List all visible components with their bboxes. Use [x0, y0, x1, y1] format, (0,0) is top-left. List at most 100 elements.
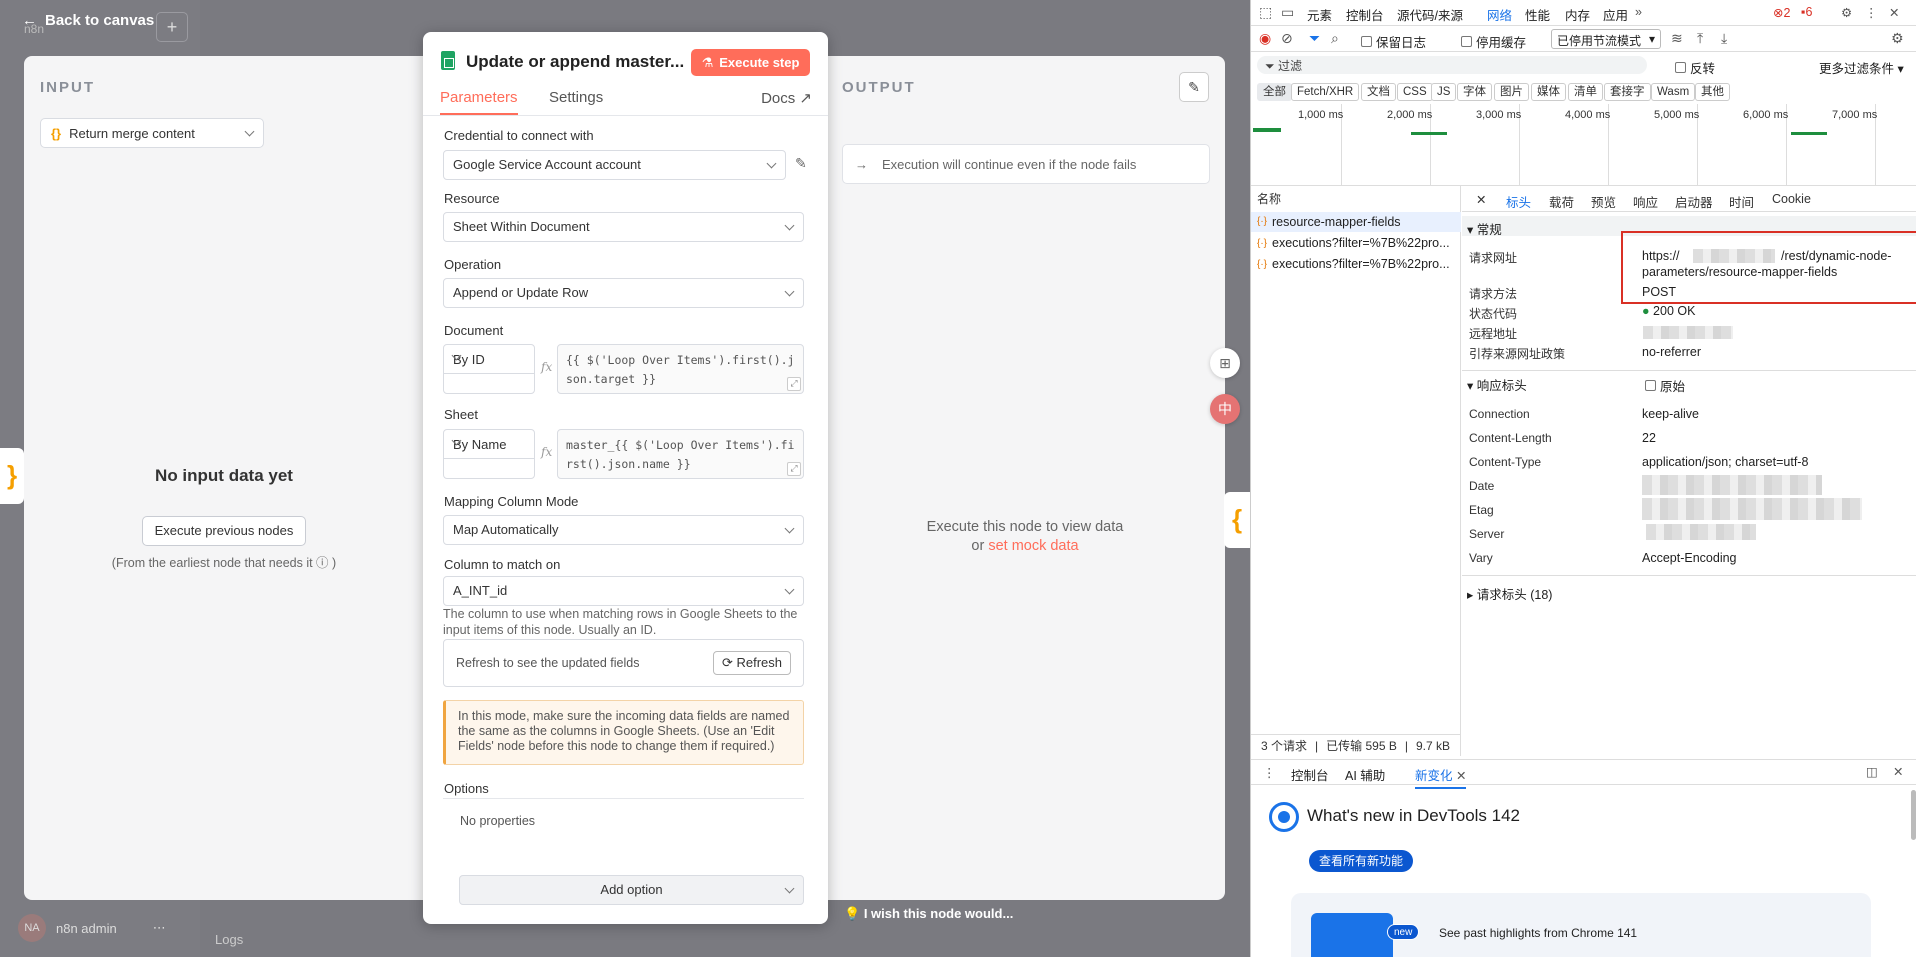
drawer-tab-console[interactable]: 控制台 [1291, 765, 1329, 784]
document-expression[interactable]: {{ $('Loop Over Items').first().j son.ta… [557, 344, 804, 394]
filter-icon[interactable]: ⏷ [1309, 30, 1320, 47]
user-menu[interactable]: NA n8n admin ⋯ [18, 914, 166, 942]
chip-other[interactable]: 其他 [1695, 83, 1730, 101]
tab-settings[interactable]: Settings [549, 89, 603, 106]
expand-icon[interactable]: ⤢ [787, 462, 801, 476]
chip-font[interactable]: 字体 [1457, 83, 1492, 101]
tab-parameters[interactable]: Parameters [440, 89, 518, 115]
chip-img[interactable]: 图片 [1494, 83, 1529, 101]
mapping-mode-select[interactable]: Map Automatically [443, 515, 804, 545]
tab-preview[interactable]: 预览 [1591, 192, 1616, 211]
close-detail-icon[interactable]: ✕ [1476, 192, 1486, 207]
preserve-log-checkbox[interactable]: 保留日志 [1361, 32, 1426, 51]
chip-all[interactable]: 全部 [1257, 83, 1292, 101]
download-icon[interactable]: ⤓ [1721, 30, 1727, 47]
output-node-curly-icon[interactable]: { [1224, 492, 1250, 548]
feedback-link[interactable]: 💡 I wish this node would... [844, 906, 1013, 922]
name-column-header[interactable]: 名称 [1257, 190, 1281, 207]
more-filters-button[interactable]: 更多过滤条件 ▾ [1819, 58, 1904, 77]
pencil-icon[interactable]: ✎ [795, 155, 807, 172]
more-icon[interactable]: ⋯ [153, 920, 166, 936]
record-icon[interactable]: ◉ [1259, 30, 1271, 47]
node-title[interactable]: Update or append master... [466, 52, 684, 72]
filter-input[interactable]: ⏷ 过滤 [1257, 56, 1647, 74]
network-settings-icon[interactable]: ⚙ [1891, 30, 1904, 47]
tab-payload[interactable]: 载荷 [1549, 192, 1574, 211]
divider [1462, 370, 1916, 371]
back-to-canvas-button[interactable]: ← Back to canvas [22, 12, 154, 29]
edit-output-button[interactable]: ✎ [1179, 72, 1209, 102]
inspect-icon[interactable]: ⬚ [1259, 4, 1272, 21]
add-node-button[interactable]: + [156, 12, 188, 42]
chip-socket[interactable]: 套接字 [1604, 83, 1651, 101]
tab-application[interactable]: 应用 [1603, 5, 1628, 24]
tab-cookies[interactable]: Cookie [1772, 192, 1811, 206]
wifi-icon[interactable]: ≋ [1671, 30, 1683, 47]
input-node-curly-icon[interactable]: } [0, 448, 24, 504]
search-icon[interactable]: ⌕ [1331, 30, 1339, 47]
error-count[interactable]: ⊗2 [1773, 5, 1790, 20]
raw-checkbox[interactable]: 原始 [1645, 376, 1685, 395]
docs-link[interactable]: Docs ↗ [761, 89, 812, 107]
device-toolbar-icon[interactable]: ▭ [1281, 4, 1294, 21]
request-row[interactable]: {·} resource-mapper-fields [1251, 212, 1461, 232]
close-icon[interactable]: ✕ [1889, 5, 1899, 20]
close-icon[interactable]: ✕ [1456, 769, 1466, 783]
tab-timing[interactable]: 时间 [1729, 192, 1754, 211]
resource-select[interactable]: Sheet Within Document [443, 212, 804, 242]
tab-sources[interactable]: 源代码/来源 [1397, 5, 1463, 24]
expand-icon[interactable]: ⤢ [787, 377, 801, 391]
throttle-select[interactable]: 已停用节流模式 ▾ [1551, 29, 1661, 49]
dock-icon[interactable]: ◫ [1866, 764, 1878, 779]
operation-select[interactable]: Append or Update Row [443, 278, 804, 308]
chip-manifest[interactable]: 清单 [1568, 83, 1603, 101]
drawer-tab-whats-new[interactable]: 新变化 ✕ [1415, 765, 1467, 789]
tab-performance[interactable]: 性能 [1525, 5, 1550, 24]
chip-doc[interactable]: 文档 [1361, 83, 1396, 101]
request-name: resource-mapper-fields [1272, 215, 1401, 229]
chip-media[interactable]: 媒体 [1531, 83, 1566, 101]
clear-icon[interactable]: ⊘ [1281, 30, 1293, 47]
set-mock-data-link[interactable]: set mock data [988, 538, 1078, 554]
tab-initiator[interactable]: 启动器 [1675, 192, 1713, 211]
upload-icon[interactable]: ⤒ [1697, 30, 1703, 47]
close-drawer-icon[interactable]: ✕ [1893, 764, 1903, 779]
input-node-select[interactable]: {} Return merge content [40, 118, 264, 148]
drawer-tab-ai[interactable]: AI 辅助 [1345, 765, 1385, 784]
execute-step-button[interactable]: ⚗ Execute step [691, 49, 810, 76]
chip-js[interactable]: JS [1431, 83, 1457, 101]
sheet-expression[interactable]: master_{{ $('Loop Over Items').fi rst().… [557, 429, 804, 479]
tab-memory[interactable]: 内存 [1565, 5, 1590, 24]
request-row[interactable]: {·} executions?filter=%7B%22pro... [1257, 236, 1450, 250]
tab-response[interactable]: 响应 [1633, 192, 1658, 211]
logs-panel-toggle[interactable]: Logs [215, 932, 243, 947]
kebab-menu-icon[interactable]: ⋮ [1865, 5, 1878, 20]
more-tabs-icon[interactable]: » [1635, 5, 1642, 19]
see-all-features-button[interactable]: 查看所有新功能 [1309, 850, 1414, 872]
execute-previous-nodes-button[interactable]: Execute previous nodes [142, 516, 306, 546]
credential-select[interactable]: Google Service Account account [443, 150, 786, 180]
disable-cache-checkbox[interactable]: 停用缓存 [1461, 32, 1526, 51]
column-match-select[interactable]: A_INT_id [443, 576, 804, 606]
chip-wasm[interactable]: Wasm [1651, 83, 1696, 101]
refresh-button[interactable]: ⟳ Refresh [712, 651, 791, 675]
chip-fetch-xhr[interactable]: Fetch/XHR [1291, 83, 1360, 101]
chip-css[interactable]: CSS [1397, 83, 1433, 101]
warning-count[interactable]: ▪6 [1801, 5, 1812, 19]
request-headers-toggle[interactable]: ▸ 请求标头 (18) [1467, 584, 1552, 603]
drawer-menu-icon[interactable]: ⋮ [1263, 765, 1276, 780]
translate-icon[interactable]: 中 [1210, 394, 1240, 424]
tab-headers[interactable]: 标头 [1506, 192, 1532, 218]
sheet-mode-select[interactable]: By Name [443, 429, 535, 479]
general-section-toggle[interactable]: ▾ 常规 [1467, 219, 1502, 238]
apps-grid-icon[interactable]: ⊞ [1210, 348, 1240, 378]
scrollbar[interactable] [1911, 790, 1916, 840]
invert-checkbox[interactable]: 反转 [1675, 58, 1715, 77]
document-mode-select[interactable]: By ID [443, 344, 535, 394]
tab-elements[interactable]: 元素 [1307, 5, 1332, 24]
add-option-select[interactable]: Add option [459, 875, 804, 905]
settings-gear-icon[interactable]: ⚙ [1841, 5, 1852, 20]
response-headers-toggle[interactable]: ▾ 响应标头 [1467, 375, 1527, 394]
request-row[interactable]: {·} executions?filter=%7B%22pro... [1257, 257, 1450, 271]
tab-console[interactable]: 控制台 [1346, 5, 1384, 24]
